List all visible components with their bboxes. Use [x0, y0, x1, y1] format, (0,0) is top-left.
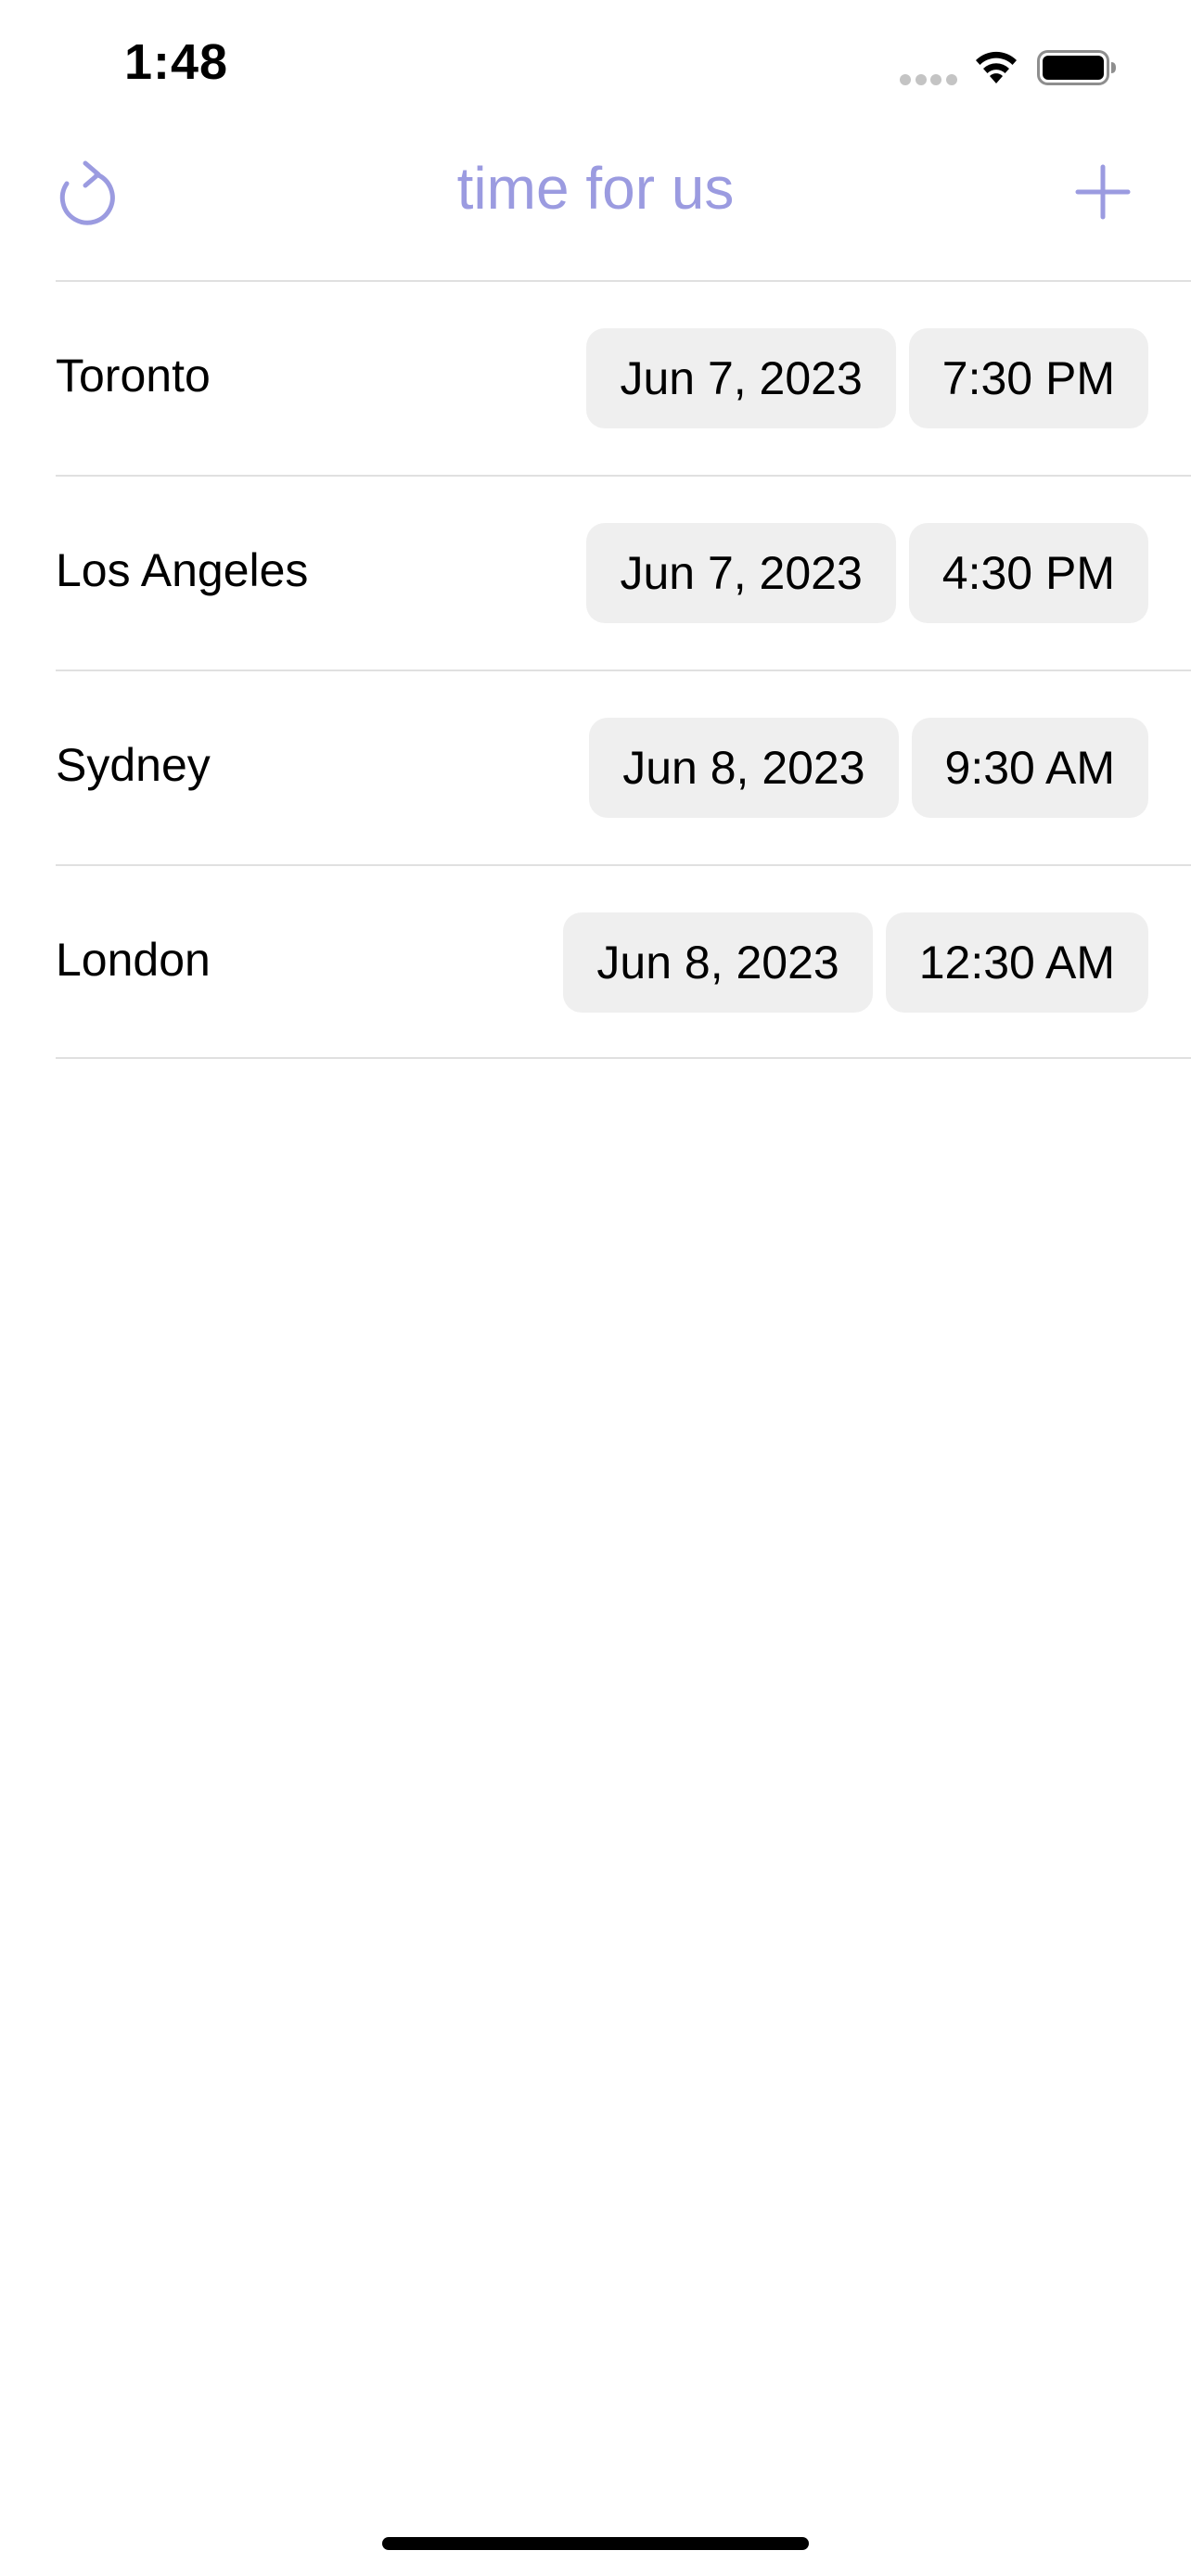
time-picker[interactable]: 12:30 AM: [885, 912, 1148, 1013]
home-indicator[interactable]: [382, 2537, 809, 2550]
page-title: time for us: [456, 155, 735, 222]
list-item[interactable]: Los Angeles Jun 7, 2023 4:30 PM: [56, 475, 1191, 670]
navigation-bar: time for us: [0, 130, 1191, 280]
time-picker[interactable]: 7:30 PM: [908, 328, 1148, 428]
date-picker[interactable]: Jun 7, 2023: [586, 328, 896, 428]
city-list: Toronto Jun 7, 2023 7:30 PM Los Angeles …: [56, 280, 1191, 1059]
status-bar: 1:48: [0, 0, 1191, 130]
time-picker[interactable]: 4:30 PM: [908, 523, 1148, 623]
date-picker[interactable]: Jun 8, 2023: [563, 912, 873, 1013]
city-name: London: [56, 934, 211, 986]
plus-icon: [1075, 164, 1131, 220]
status-time: 1:48: [124, 34, 229, 90]
date-picker[interactable]: Jun 7, 2023: [586, 523, 896, 623]
battery-icon: [1037, 50, 1116, 85]
city-name: Sydney: [56, 739, 211, 791]
cellular-signal-icon: [900, 74, 957, 85]
wifi-icon: [976, 51, 1017, 83]
city-name: Los Angeles: [56, 544, 309, 596]
list-item[interactable]: London Jun 8, 2023 12:30 AM: [56, 864, 1191, 1059]
list-item[interactable]: Toronto Jun 7, 2023 7:30 PM: [56, 280, 1191, 475]
city-name: Toronto: [56, 350, 211, 402]
app-screen: 1:48 time for us Toronto Jun 7, 2023 7:3…: [0, 0, 1191, 2576]
date-picker[interactable]: Jun 8, 2023: [589, 718, 899, 818]
list-item[interactable]: Sydney Jun 8, 2023 9:30 AM: [56, 670, 1191, 864]
add-city-button[interactable]: [1074, 163, 1132, 221]
time-picker[interactable]: 9:30 AM: [911, 718, 1148, 818]
